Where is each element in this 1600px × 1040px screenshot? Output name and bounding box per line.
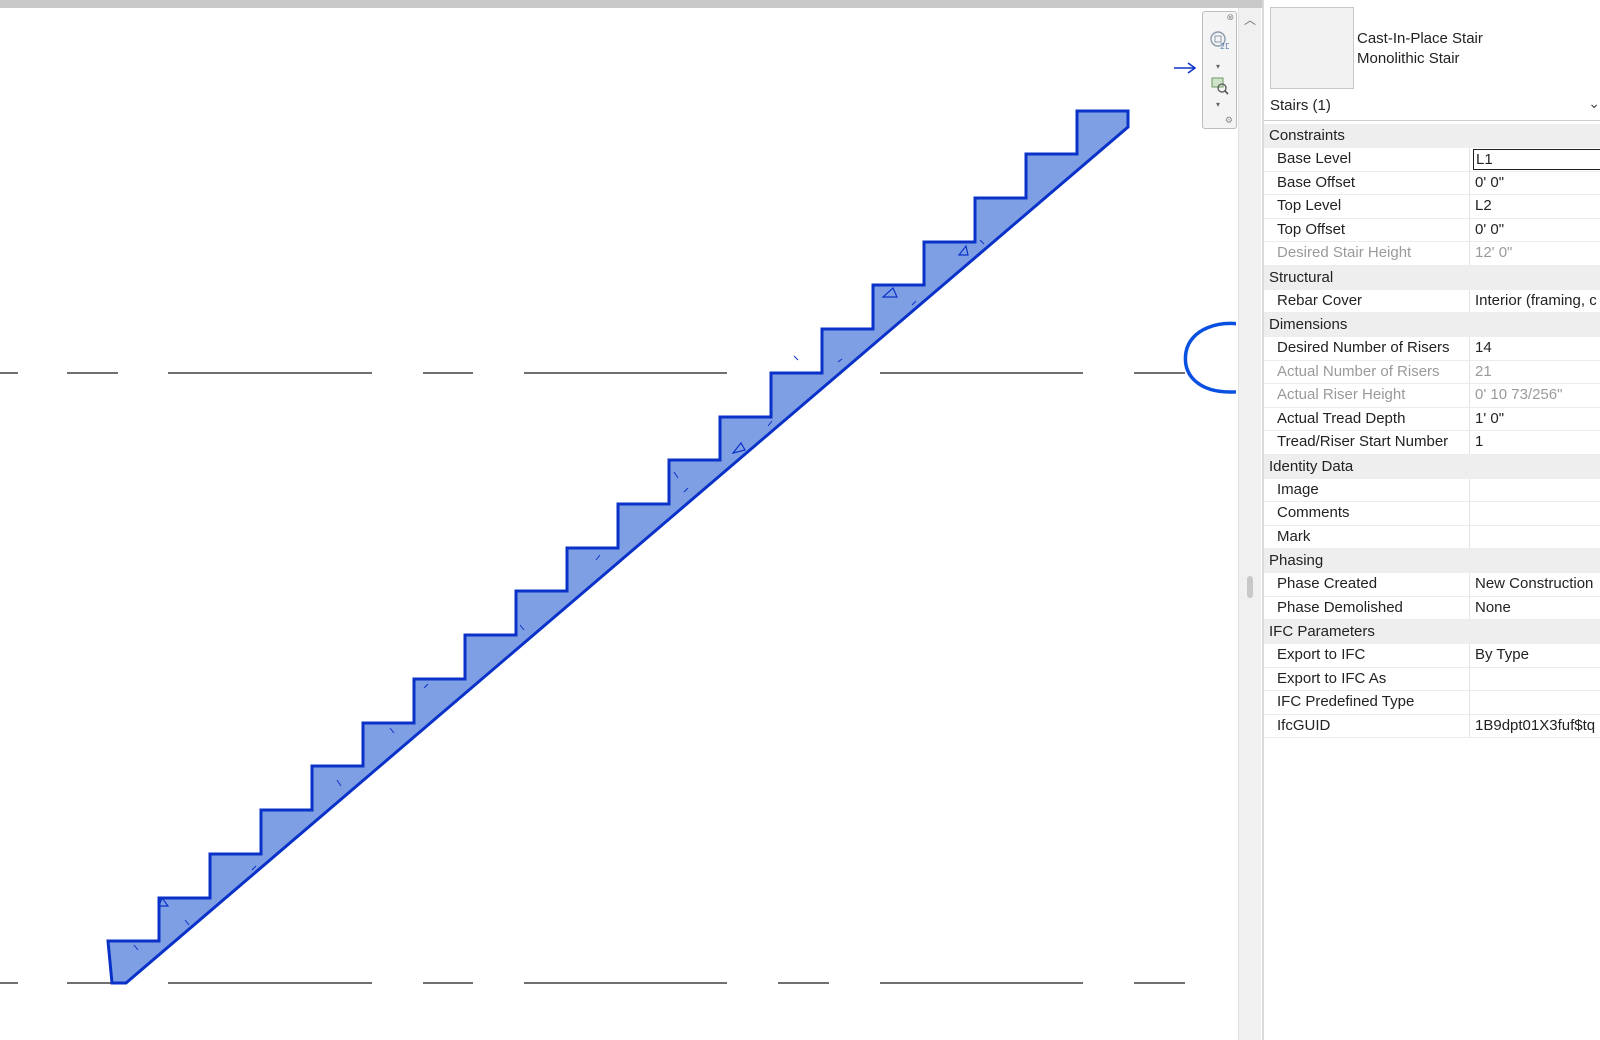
group-constraints[interactable]: Constraints (1264, 124, 1600, 148)
prop-desired-number-of-risers[interactable]: Desired Number of Risers 14 (1264, 337, 1600, 361)
prop-value: 21 (1475, 362, 1492, 380)
prop-label: Actual Number of Risers (1277, 362, 1440, 380)
prop-label: IfcGUID (1277, 716, 1331, 734)
properties-grid: Constraints Base Level L1 Base Offset 0' 0… (1264, 124, 1600, 738)
options-icon[interactable]: ⚙ (1225, 116, 1233, 126)
prop-label: Image (1277, 480, 1319, 498)
prop-phase-created[interactable]: Phase Created New Construction (1264, 573, 1600, 597)
prop-value[interactable]: 1' 0" (1475, 410, 1504, 427)
prop-label: Phase Demolished (1277, 598, 1403, 616)
prop-actual-riser-height: Actual Riser Height 0' 10 73/256" (1264, 384, 1600, 408)
group-ifc-parameters[interactable]: IFC Parameters (1264, 620, 1600, 644)
stair-section[interactable] (106, 109, 1130, 985)
zoom-2d-icon[interactable]: 2D (1209, 30, 1231, 51)
type-family-name[interactable]: Cast-In-Place Stair (1357, 30, 1483, 47)
prop-value[interactable]: 1 (1475, 433, 1483, 450)
annotation-circle (1183, 321, 1236, 394)
section-arrow-icon[interactable] (1174, 62, 1197, 74)
prop-desired-stair-height: Desired Stair Height 12' 0" (1264, 242, 1600, 266)
type-preview-image (1270, 7, 1354, 89)
prop-base-level[interactable]: Base Level L1 (1264, 148, 1600, 172)
group-structural[interactable]: Structural (1264, 265, 1600, 290)
scrollbar-thumb[interactable] (1247, 576, 1253, 598)
chevron-down-icon[interactable]: ⌄ (1588, 96, 1600, 112)
prop-label: Actual Riser Height (1277, 386, 1406, 403)
prop-mark[interactable]: Mark (1264, 525, 1600, 549)
prop-value[interactable]: New Construction (1475, 575, 1593, 592)
prop-value: 12' 0" (1475, 244, 1513, 261)
prop-top-offset[interactable]: Top Offset 0' 0" (1264, 218, 1600, 242)
prop-ifc-guid[interactable]: IfcGUID 1B9dpt01X3fuf$tq (1264, 714, 1600, 738)
chevron-down-icon[interactable]: ▾ (1216, 62, 1220, 71)
prop-ifc-predefined-type[interactable]: IFC Predefined Type (1264, 691, 1600, 715)
prop-value[interactable]: Interior (framing, c (1475, 292, 1597, 309)
instance-selector-label: Stairs (1) (1270, 97, 1331, 114)
prop-rebar-cover[interactable]: Rebar Cover Interior (framing, c (1264, 289, 1600, 313)
prop-value[interactable]: 0' 0" (1475, 221, 1504, 238)
chevron-up-icon[interactable]: ︿ (1243, 14, 1257, 26)
properties-panel: Cast-In-Place Stair Monolithic Stair Sta… (1262, 0, 1600, 1040)
prop-base-offset[interactable]: Base Offset 0' 0" (1264, 171, 1600, 195)
prop-image[interactable]: Image (1264, 478, 1600, 502)
prop-tread-riser-start-number[interactable]: Tread/Riser Start Number 1 (1264, 431, 1600, 455)
prop-value[interactable]: L2 (1475, 197, 1492, 214)
zoom-region-icon[interactable] (1210, 76, 1230, 96)
prop-label: Desired Number of Risers (1277, 339, 1450, 356)
drawing-canvas[interactable] (0, 8, 1236, 1040)
prop-value[interactable]: 1B9dpt01X3fuf$tq (1475, 717, 1595, 734)
base-level-field[interactable]: L1 (1473, 149, 1600, 170)
prop-label: Actual Tread Depth (1277, 409, 1406, 427)
prop-label: Top Level (1277, 197, 1342, 214)
prop-label: Mark (1277, 527, 1311, 545)
prop-value[interactable]: By Type (1475, 646, 1529, 663)
prop-label: Rebar Cover (1277, 291, 1363, 309)
prop-label: Export to IFC (1277, 646, 1366, 663)
prop-label: Export to IFC As (1277, 669, 1387, 687)
prop-comments[interactable]: Comments (1264, 502, 1600, 526)
prop-value: 0' 10 73/256" (1475, 386, 1563, 403)
close-icon[interactable]: ⊗ (1226, 13, 1234, 23)
prop-label: Base Level (1277, 150, 1352, 167)
group-dimensions[interactable]: Dimensions (1264, 313, 1600, 337)
prop-phase-demolished[interactable]: Phase Demolished None (1264, 596, 1600, 620)
prop-label: Base Offset (1277, 173, 1356, 191)
prop-export-to-ifc[interactable]: Export to IFC By Type (1264, 644, 1600, 668)
vertical-scrollbar[interactable]: ︿ (1238, 8, 1261, 1040)
chevron-down-icon[interactable]: ▾ (1216, 100, 1220, 109)
prop-actual-tread-depth[interactable]: Actual Tread Depth 1' 0" (1264, 407, 1600, 431)
prop-label: Tread/Riser Start Number (1277, 433, 1449, 450)
section-view[interactable] (0, 0, 1236, 1040)
group-phasing[interactable]: Phasing (1264, 549, 1600, 573)
svg-text:2D: 2D (1220, 42, 1229, 50)
prop-label: Phase Created (1277, 575, 1378, 592)
type-name[interactable]: Monolithic Stair (1357, 50, 1460, 67)
prop-label: Top Offset (1277, 220, 1346, 238)
prop-value[interactable]: 14 (1475, 339, 1492, 356)
navigation-bar: ⊗ 2D ▾ ▾ ⚙ (1202, 11, 1237, 129)
prop-label: Desired Stair Height (1277, 244, 1412, 261)
prop-top-level[interactable]: Top Level L2 (1264, 195, 1600, 219)
group-identity-data[interactable]: Identity Data (1264, 454, 1600, 479)
prop-export-to-ifc-as[interactable]: Export to IFC As (1264, 667, 1600, 691)
prop-label: IFC Predefined Type (1277, 693, 1415, 710)
prop-value[interactable]: 0' 0" (1475, 174, 1504, 191)
prop-label: Comments (1277, 504, 1350, 521)
prop-actual-number-of-risers: Actual Number of Risers 21 (1264, 360, 1600, 384)
instance-selector[interactable]: Stairs (1) ⌄ (1264, 94, 1600, 121)
prop-value[interactable]: None (1475, 599, 1511, 616)
